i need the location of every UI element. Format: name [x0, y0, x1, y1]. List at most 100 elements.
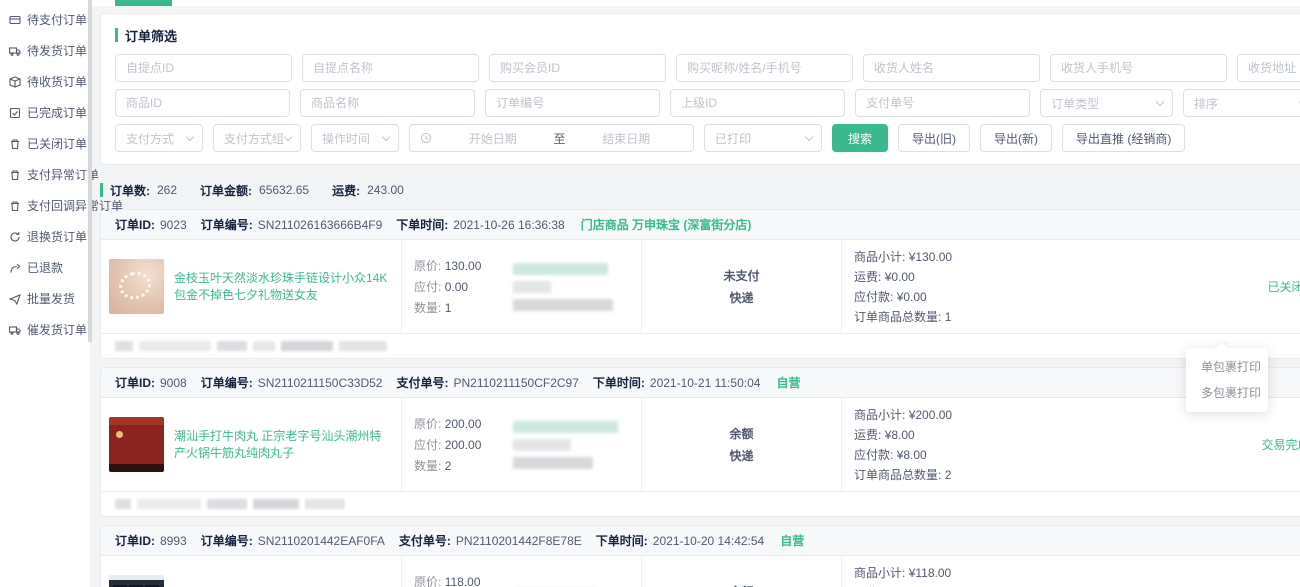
sidebar-item-label: 已退款 — [27, 259, 63, 276]
order-footer: 未打印 打印电子面单 查看详情 — [101, 491, 1300, 516]
order-header: 订单ID:9023 订单编号:SN211026163666B4F9 下单时间:2… — [101, 210, 1300, 240]
print-menu-popup: 单包裹打印 多包裹打印 — [1186, 348, 1268, 412]
freight-label: 运费: — [332, 182, 360, 199]
single-package-print-item[interactable]: 单包裹打印 — [1186, 354, 1268, 380]
summary-accent-bar — [100, 183, 103, 197]
clock-icon — [420, 132, 432, 144]
product-image[interactable] — [109, 417, 164, 472]
product-title-link[interactable]: 潮汕手打牛肉丸 正宗老字号汕头潮州特产火锅牛筋丸纯肉丸子 — [174, 428, 389, 462]
pay-method-group-select[interactable]: 支付方式组 — [213, 124, 301, 152]
freight-value: 243.00 — [367, 183, 404, 197]
filter-panel: 订单筛选 订单类型 排序 — [100, 13, 1300, 165]
sidebar-item-batch-ship[interactable]: 批量发货 — [0, 283, 90, 314]
sidebar-item-urge-ship[interactable]: 催发货订单 — [0, 314, 90, 345]
price-column: 原价: 200.00 应付: 200.00 数量: 2 — [401, 398, 501, 491]
order-card: 订单ID:9023 订单编号:SN211026163666B4F9 下单时间:2… — [100, 209, 1300, 359]
order-state[interactable]: 交易完成 — [1071, 398, 1300, 491]
order-body: 39 3盒韩国jm面膜女补水保湿美白官方旗舰店正品去黄气暗沉收缩毛孔 原价: 1… — [101, 556, 1300, 587]
chevron-down-icon — [805, 132, 813, 140]
chevron-down-icon — [1156, 97, 1164, 105]
pay-status: 余额 — [729, 583, 753, 587]
sidebar-item-to-ship[interactable]: 待发货订单 — [0, 35, 90, 66]
receiver-address-input[interactable] — [1237, 54, 1300, 82]
customer-info-redacted — [501, 240, 641, 333]
customer-info-redacted — [501, 556, 641, 587]
chevron-down-icon — [284, 132, 292, 140]
product-name-input[interactable] — [300, 89, 475, 117]
address-redacted — [115, 499, 345, 509]
refresh-icon — [9, 231, 21, 243]
sidebar-item-payment-abnormal[interactable]: 支付异常订单 — [0, 159, 90, 190]
sidebar-item-returns[interactable]: 退换货订单 — [0, 221, 90, 252]
customer-info-redacted — [501, 398, 641, 491]
redacted-phone — [513, 299, 613, 311]
share-icon — [9, 262, 21, 274]
sidebar-item-label: 已关闭订单 — [27, 135, 87, 152]
order-amount-value: 65632.65 — [259, 183, 309, 197]
sidebar-item-label: 支付回调异常订单 — [27, 197, 123, 214]
multi-package-print-item[interactable]: 多包裹打印 — [1186, 380, 1268, 406]
operation-time-select[interactable]: 操作时间 — [311, 124, 399, 152]
order-state[interactable]: 交易完成 — [1071, 556, 1300, 587]
product-id-input[interactable] — [115, 89, 290, 117]
title-accent-bar — [115, 28, 118, 42]
export-direct-button[interactable]: 导出直推 (经销商) — [1062, 124, 1185, 152]
pickup-name-input[interactable] — [302, 54, 479, 82]
order-body: 金枝玉叶天然淡水珍珠手链设计小众14K包金不掉色七夕礼物送女友 原价: 130.… — [101, 240, 1300, 333]
product-image[interactable] — [109, 259, 164, 314]
sidebar-item-label: 待收货订单 — [27, 73, 87, 90]
order-type-select[interactable]: 订单类型 — [1040, 89, 1173, 117]
sidebar-item-label: 已完成订单 — [27, 104, 87, 121]
order-count-label: 订单数: — [110, 182, 150, 199]
order-tag: 自营 — [776, 374, 800, 391]
pay-method-select[interactable]: 支付方式 — [115, 124, 203, 152]
order-header: 订单ID:9008 订单编号:SN2110211150C33D52 支付单号:P… — [101, 368, 1300, 398]
status-column: 余额 快递 — [641, 398, 841, 491]
active-tab-indicator[interactable] — [115, 0, 172, 6]
redacted-name — [513, 281, 551, 293]
product-title-link[interactable]: 金枝玉叶天然淡水珍珠手链设计小众14K包金不掉色七夕礼物送女友 — [174, 270, 389, 304]
order-state[interactable]: 已关闭 — [1071, 240, 1300, 333]
scrollbar[interactable] — [88, 0, 92, 342]
filter-title: 订单筛选 — [125, 26, 177, 45]
status-column: 余额 快递 — [641, 556, 841, 587]
receiver-phone-input[interactable] — [1050, 54, 1227, 82]
sidebar-item-refunded[interactable]: 已退款 — [0, 252, 90, 283]
price-column: 原价: 118.00 应付: 118.00 数量: 1 — [401, 556, 501, 587]
parent-id-input[interactable] — [670, 89, 845, 117]
sidebar-item-callback-abnormal[interactable]: 支付回调异常订单 — [0, 190, 90, 221]
buyer-member-id-input[interactable] — [489, 54, 666, 82]
order-amount-label: 订单金额: — [200, 182, 252, 199]
price-column: 原价: 130.00 应付: 0.00 数量: 1 — [401, 240, 501, 333]
order-card: 订单ID:9008 订单编号:SN2110211150C33D52 支付单号:P… — [100, 367, 1300, 517]
order-card: 订单ID:8993 订单编号:SN2110201442EAF0FA 支付单号:P… — [100, 525, 1300, 587]
order-footer: 未打印 打印电子面单 查看详情 — [101, 333, 1300, 358]
export-old-button[interactable]: 导出(旧) — [898, 124, 970, 152]
sidebar-item-label: 待支付订单 — [27, 11, 87, 28]
trash-icon — [9, 200, 21, 212]
product-image[interactable]: 39 — [109, 575, 164, 587]
trash-icon — [9, 138, 21, 150]
truck-icon — [9, 45, 21, 57]
pickup-id-input[interactable] — [115, 54, 292, 82]
pay-status: 未支付 — [723, 267, 759, 284]
redacted-nickname — [513, 263, 608, 275]
amounts-column: 商品小计: ¥118.00 运费: ¥0.00 应付款: ¥113.00 订单商… — [841, 556, 1071, 587]
receiver-name-input[interactable] — [863, 54, 1040, 82]
sidebar-item-to-receive[interactable]: 待收货订单 — [0, 66, 90, 97]
search-button[interactable]: 搜索 — [832, 124, 888, 152]
sort-select[interactable]: 排序 — [1183, 89, 1300, 117]
export-new-button[interactable]: 导出(新) — [980, 124, 1052, 152]
sidebar-item-completed[interactable]: 已完成订单 — [0, 97, 90, 128]
ship-method: 快递 — [729, 447, 753, 464]
sidebar-item-closed[interactable]: 已关闭订单 — [0, 128, 90, 159]
sidebar-item-label: 退换货订单 — [27, 228, 87, 245]
sidebar-item-pending-payment[interactable]: 待支付订单 — [0, 4, 90, 35]
buyer-nickname-input[interactable] — [676, 54, 853, 82]
order-sn-input[interactable] — [485, 89, 660, 117]
date-range-picker[interactable]: 开始日期 至 结束日期 — [409, 124, 694, 152]
filter-row-3: 支付方式 支付方式组 操作时间 开始日期 至 结束日期 已打印 搜索 导出(旧)… — [115, 124, 1300, 152]
order-tag: 门店商品 万申珠宝 (深富街分店) — [581, 216, 752, 233]
payment-no-input[interactable] — [855, 89, 1030, 117]
printed-select[interactable]: 已打印 — [704, 124, 822, 152]
